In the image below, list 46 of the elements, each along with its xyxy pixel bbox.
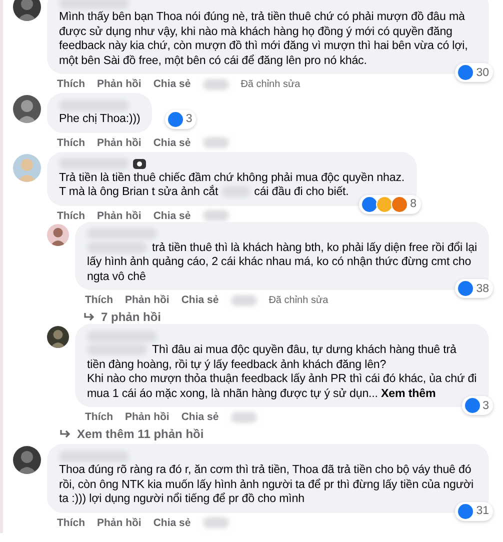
action-link[interactable]: Phản hồi (97, 78, 142, 90)
action-link[interactable]: Phản hồi (125, 411, 170, 423)
action-link[interactable]: Thích (57, 210, 85, 222)
reaction-count[interactable]: 3 (164, 110, 196, 128)
like-reaction-icon (457, 502, 474, 520)
reply-arrow-icon (83, 312, 95, 322)
comment-text: Phe chị Thoa:))) (59, 112, 140, 126)
like-reaction-icon (361, 196, 378, 212)
edited-label: Đã chỉnh sửa (268, 294, 328, 306)
action-link[interactable]: Thích (85, 294, 113, 306)
action-link[interactable]: Chia sẻ (153, 516, 191, 528)
action-link[interactable]: Phản hồi (97, 516, 142, 528)
blurred-time (202, 210, 229, 221)
action-link[interactable]: Thích (85, 411, 113, 423)
reply-arrow-icon (59, 429, 71, 439)
blurred-time (202, 78, 229, 90)
reaction-count[interactable]: 38 (455, 279, 493, 298)
like-reaction-icon (464, 397, 481, 414)
see-more-link[interactable]: Xem thêm (381, 386, 436, 400)
action-link[interactable]: Phản hồi (125, 294, 170, 306)
more-replies-link[interactable]: Xem thêm 11 phản hồi (13, 423, 489, 441)
action-link[interactable]: Phản hồi (97, 136, 142, 148)
like-reaction-icon (457, 280, 474, 297)
blurred-time (230, 412, 257, 422)
blurred-time (202, 517, 229, 528)
action-link[interactable]: Thích (57, 136, 85, 148)
action-link[interactable]: Chia sẻ (153, 78, 191, 90)
like-reaction-icon (457, 64, 474, 81)
action-link[interactable]: Thích (57, 516, 85, 528)
reaction-count[interactable]: 30 (455, 63, 493, 82)
action-link[interactable]: Chia sẻ (153, 136, 191, 148)
blurred-time (230, 294, 257, 306)
edited-label: Đã chỉnh sửa (240, 78, 300, 90)
haha-reaction-icon (376, 196, 394, 212)
reaction-count[interactable]: 3 (462, 396, 493, 415)
reaction-count[interactable]: 8 (359, 194, 421, 214)
action-link[interactable]: Phản hồi (97, 210, 142, 222)
action-link[interactable]: Chia sẻ (153, 210, 191, 222)
blurred-time (202, 137, 229, 148)
action-link[interactable]: Chia sẻ (181, 411, 219, 423)
reaction-count[interactable]: 31 (455, 502, 493, 520)
replies-link[interactable]: 7 phản hồi (75, 306, 489, 324)
like-reaction-icon (166, 110, 184, 128)
action-link[interactable]: Chia sẻ (181, 294, 219, 306)
action-link[interactable]: Thích (57, 78, 85, 90)
angry-reaction-icon (391, 196, 408, 212)
